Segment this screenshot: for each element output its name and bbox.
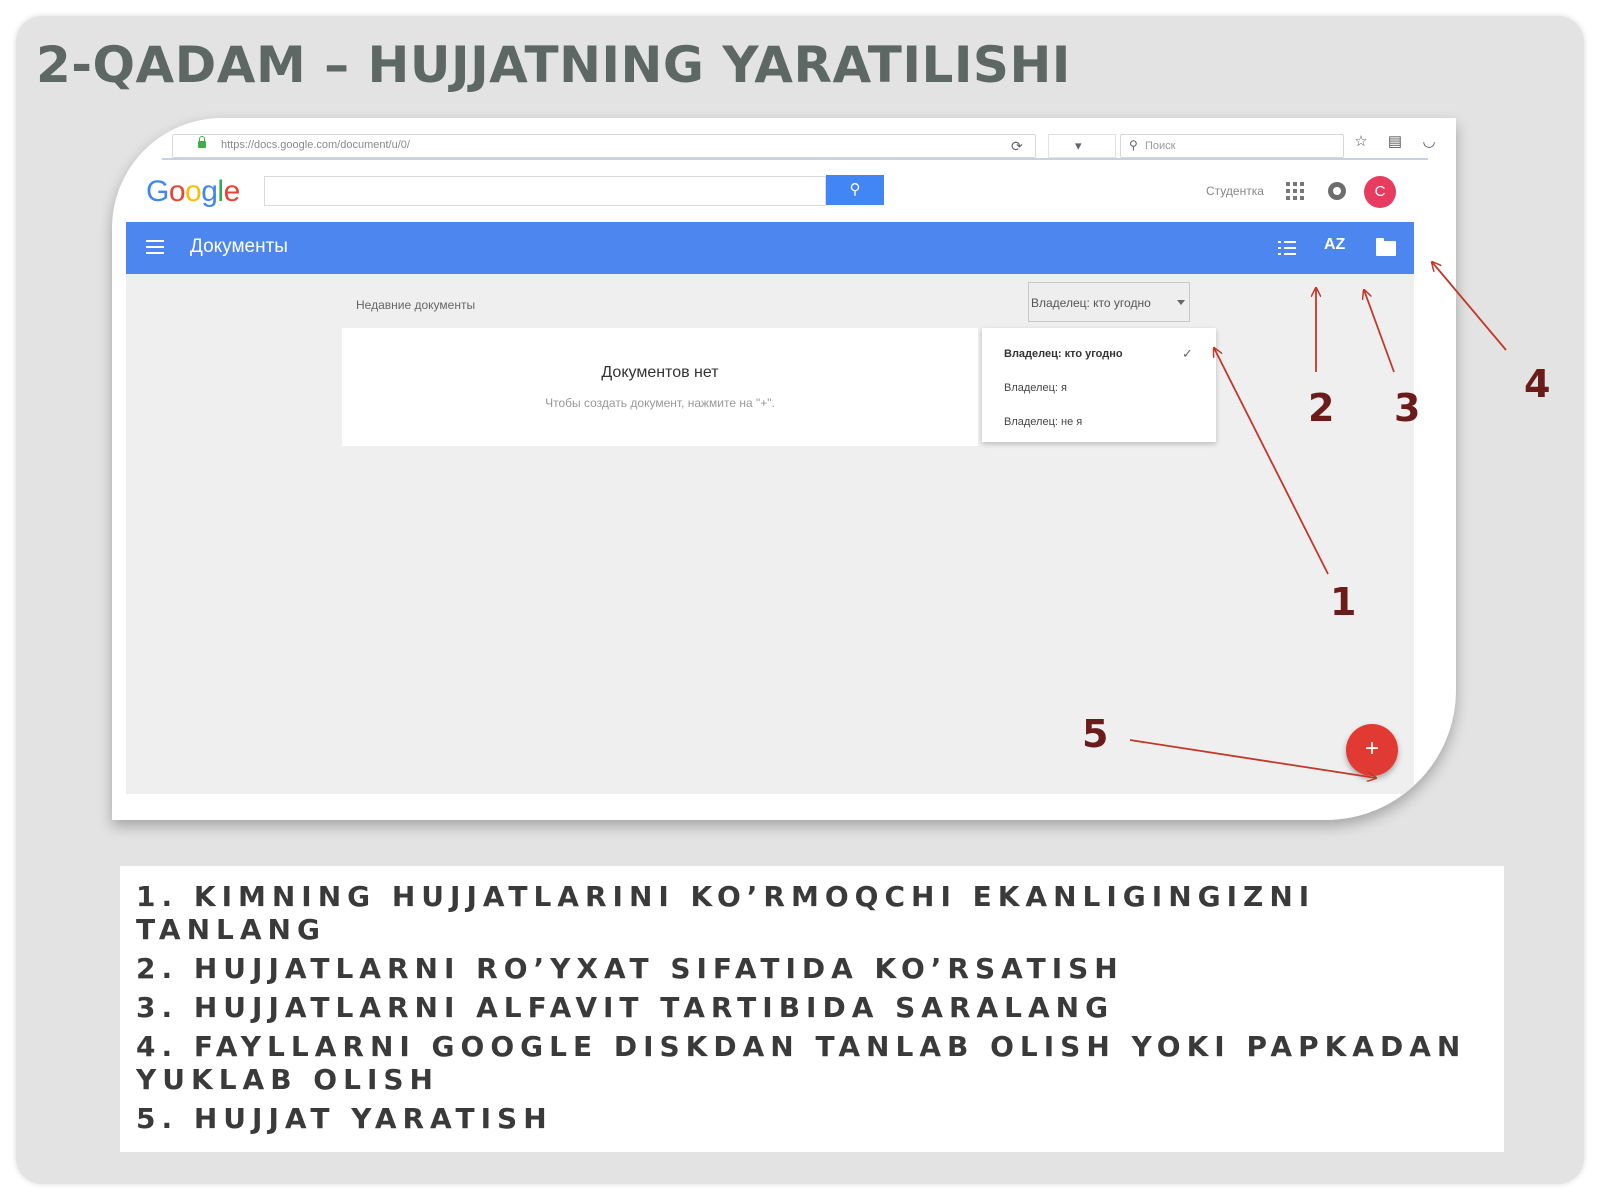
url-text: https://docs.google.com/document/u/0/ <box>221 139 410 151</box>
list-view-icon[interactable] <box>1278 241 1296 255</box>
menu-item-owner-anyone[interactable]: Владелец: кто угодно <box>1004 348 1123 360</box>
toolbar-icons: ☆ ▤ ◡ ⬇ ⌂ ☺ ≡ <box>1352 132 1456 150</box>
instructions-box: 1. KIMNING HUJJATLARINI KO’RMOQCHI EKANL… <box>120 866 1504 1152</box>
google-search-button[interactable]: ⚲ <box>826 175 884 205</box>
callout-5: 5 <box>1082 712 1109 756</box>
search-placeholder: Поиск <box>1145 140 1176 152</box>
check-icon: ✓ <box>1182 346 1193 361</box>
callout-2: 2 <box>1308 386 1335 430</box>
user-name[interactable]: Студентка <box>1206 184 1264 198</box>
callout-4: 4 <box>1524 362 1551 406</box>
search-icon: ⚲ <box>1129 138 1138 152</box>
owner-filter-dropdown[interactable]: Владелец: кто угодно <box>1028 282 1190 322</box>
avatar[interactable]: C <box>1364 176 1396 208</box>
folder-icon[interactable] <box>1376 238 1396 256</box>
google-logo[interactable]: Google <box>146 175 240 209</box>
download-icon[interactable]: ⬇ <box>1454 132 1456 150</box>
google-search-input[interactable] <box>264 176 826 206</box>
lock-icon <box>198 136 206 148</box>
address-bar[interactable]: https://docs.google.com/document/u/0/ ⟳ <box>172 134 1036 158</box>
browser-toolbar: https://docs.google.com/document/u/0/ ⟳ … <box>162 132 1436 160</box>
slide-title: 2-QADAM – HUJJATNING YARATILISHI <box>36 36 1071 94</box>
reading-list-icon[interactable]: ▤ <box>1386 132 1404 150</box>
create-document-button[interactable]: + <box>1346 724 1398 776</box>
notifications-icon[interactable] <box>1328 182 1346 200</box>
menu-item-owner-me[interactable]: Владелец: я <box>1004 382 1067 394</box>
owner-filter-menu: Владелец: кто угодно ✓ Владелец: я Владе… <box>982 328 1216 442</box>
hamburger-menu-icon[interactable] <box>146 240 164 254</box>
step-2: 2. HUJJATLARNI RO’YXAT SIFATIDA KO’RSATI… <box>136 952 1124 985</box>
pocket-icon[interactable]: ◡ <box>1420 132 1438 150</box>
browser-search-input[interactable]: ⚲ Поиск <box>1120 134 1344 158</box>
step-3: 3. HUJJATLARNI ALFAVIT TARTIBIDA SARALAN… <box>136 991 1115 1024</box>
chevron-down-icon <box>1177 300 1185 305</box>
reload-icon[interactable]: ⟳ <box>1011 138 1023 155</box>
empty-state-card: Документов нет Чтобы создать документ, н… <box>342 328 978 446</box>
screenshot-frame: https://docs.google.com/document/u/0/ ⟳ … <box>112 118 1456 820</box>
apps-grid-icon[interactable] <box>1286 182 1304 200</box>
sort-az-icon[interactable]: AZ <box>1324 236 1345 254</box>
menu-item-owner-not-me[interactable]: Владелец: не я <box>1004 416 1082 428</box>
owner-filter-label: Владелец: кто угодно <box>1031 296 1151 310</box>
empty-state-title: Документов нет <box>601 364 719 381</box>
callout-3: 3 <box>1394 386 1421 430</box>
step-4: 4. FAYLLARNI GOOGLE DISKDAN TANLAB OLISH… <box>136 1030 1467 1096</box>
star-icon[interactable]: ☆ <box>1352 132 1370 150</box>
extension-dropdown[interactable]: ▾ <box>1048 134 1116 158</box>
google-bar: Google ⚲ Студентка C <box>112 170 1456 220</box>
docs-app-bar: Документы AZ <box>126 222 1414 274</box>
callout-1: 1 <box>1330 580 1357 624</box>
step-5: 5. HUJJAT YARATISH <box>136 1102 553 1135</box>
app-title: Документы <box>190 236 288 257</box>
step-1: 1. KIMNING HUJJATLARINI KO’RMOQCHI EKANL… <box>136 880 1316 946</box>
recent-documents-label: Недавние документы <box>356 298 476 312</box>
empty-state-hint: Чтобы создать документ, нажмите на "+". <box>545 396 775 410</box>
